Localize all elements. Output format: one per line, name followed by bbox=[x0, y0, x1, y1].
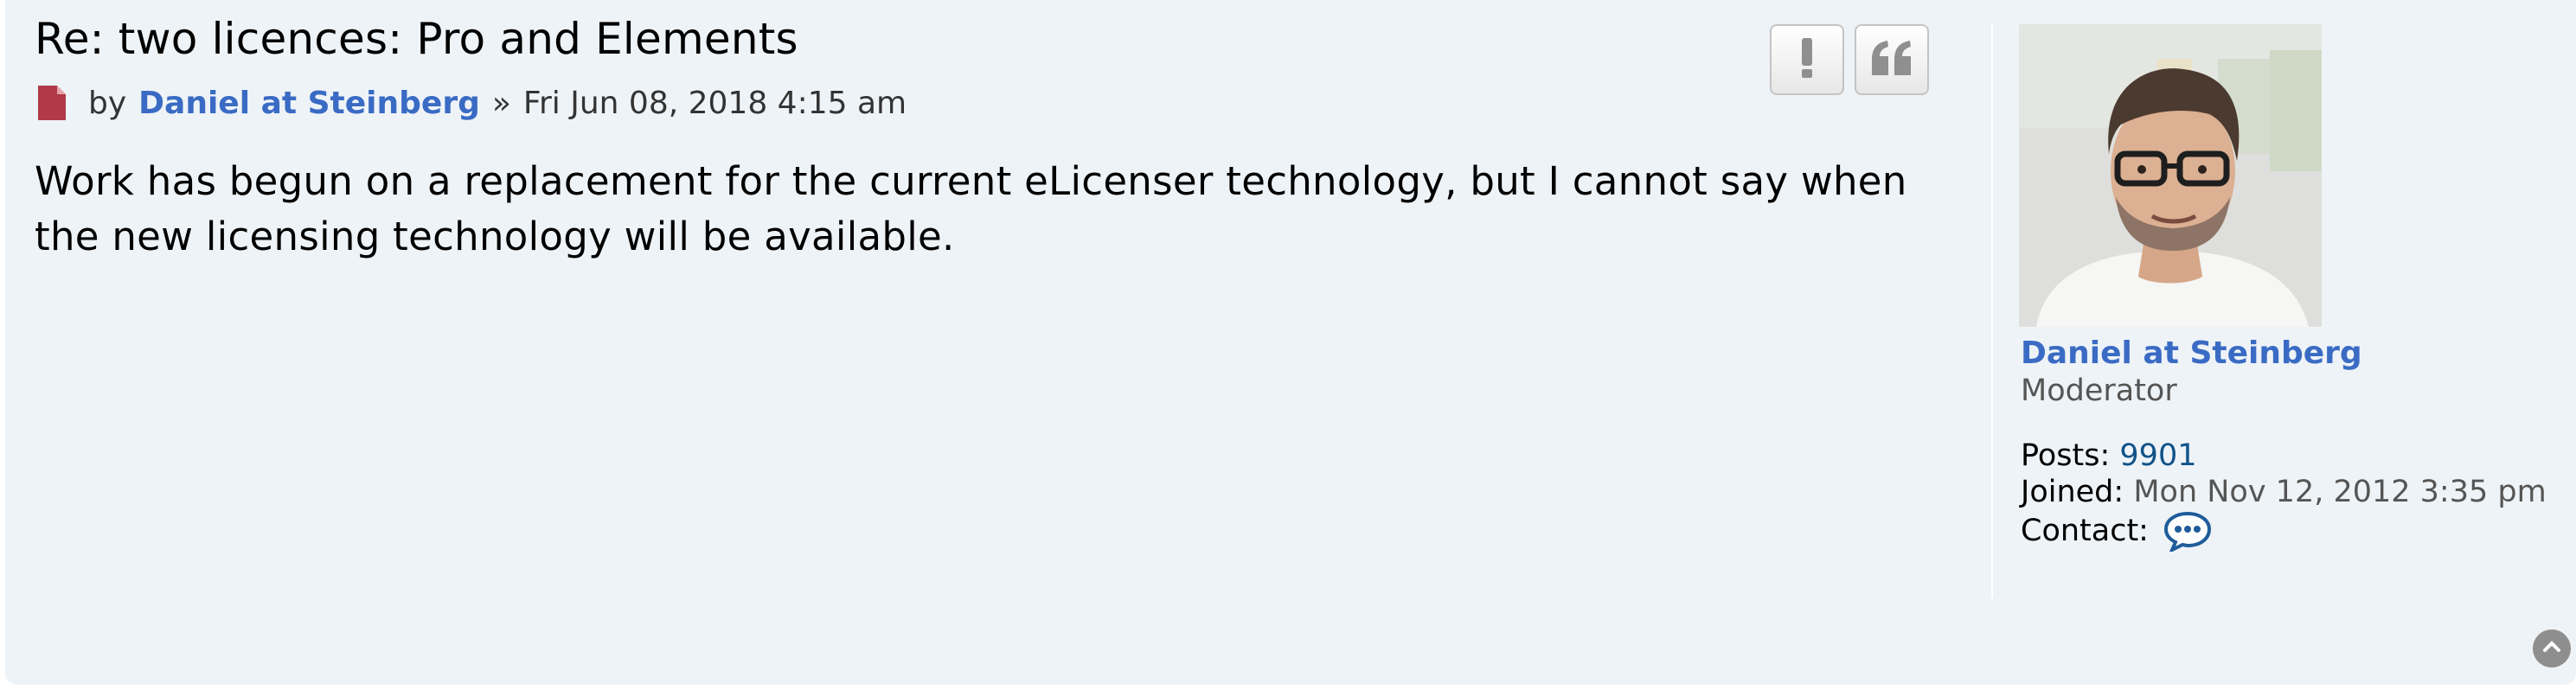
byline-separator: » bbox=[491, 85, 511, 121]
quote-icon bbox=[1870, 41, 1913, 79]
post-byline: by Daniel at Steinberg » Fri Jun 08, 201… bbox=[38, 81, 907, 125]
contact-row: Contact: bbox=[2021, 510, 2557, 554]
back-to-top-button[interactable] bbox=[2533, 629, 2571, 668]
contact-label: Contact: bbox=[2021, 514, 2149, 548]
post-title[interactable]: Re: two licences: Pro and Elements bbox=[35, 14, 798, 64]
author-link[interactable]: Daniel at Steinberg bbox=[138, 86, 480, 121]
post-document-icon[interactable] bbox=[38, 86, 66, 120]
report-button[interactable] bbox=[1770, 24, 1844, 95]
post-datetime: Fri Jun 08, 2018 4:15 am bbox=[522, 85, 907, 121]
post-container: Re: two licences: Pro and Elements by Da… bbox=[5, 0, 2576, 685]
avatar[interactable] bbox=[2019, 24, 2322, 327]
profile-details: Posts: 9901 Joined: Mon Nov 12, 2012 3:3… bbox=[2021, 438, 2557, 554]
profile-username[interactable]: Daniel at Steinberg bbox=[2021, 335, 2362, 371]
byline-by-label: by bbox=[88, 85, 127, 121]
posts-count-link[interactable]: 9901 bbox=[2119, 438, 2196, 473]
quote-button[interactable] bbox=[1855, 24, 1929, 95]
posts-label: Posts: bbox=[2021, 438, 2111, 473]
joined-row: Joined: Mon Nov 12, 2012 3:35 pm bbox=[2021, 474, 2557, 510]
post-buttons bbox=[1770, 24, 1929, 95]
profile-divider bbox=[1991, 24, 1993, 598]
joined-label: Joined: bbox=[2021, 475, 2124, 509]
profile-rank: Moderator bbox=[2021, 374, 2177, 408]
exclamation-icon bbox=[1800, 38, 1814, 81]
posts-row: Posts: 9901 bbox=[2021, 438, 2557, 474]
joined-value: Mon Nov 12, 2012 3:35 pm bbox=[2133, 475, 2547, 509]
speech-bubble-icon[interactable] bbox=[2163, 510, 2213, 554]
post-body: Work has begun on a replacement for the … bbox=[35, 158, 1907, 259]
chevron-up-icon bbox=[2541, 636, 2562, 661]
